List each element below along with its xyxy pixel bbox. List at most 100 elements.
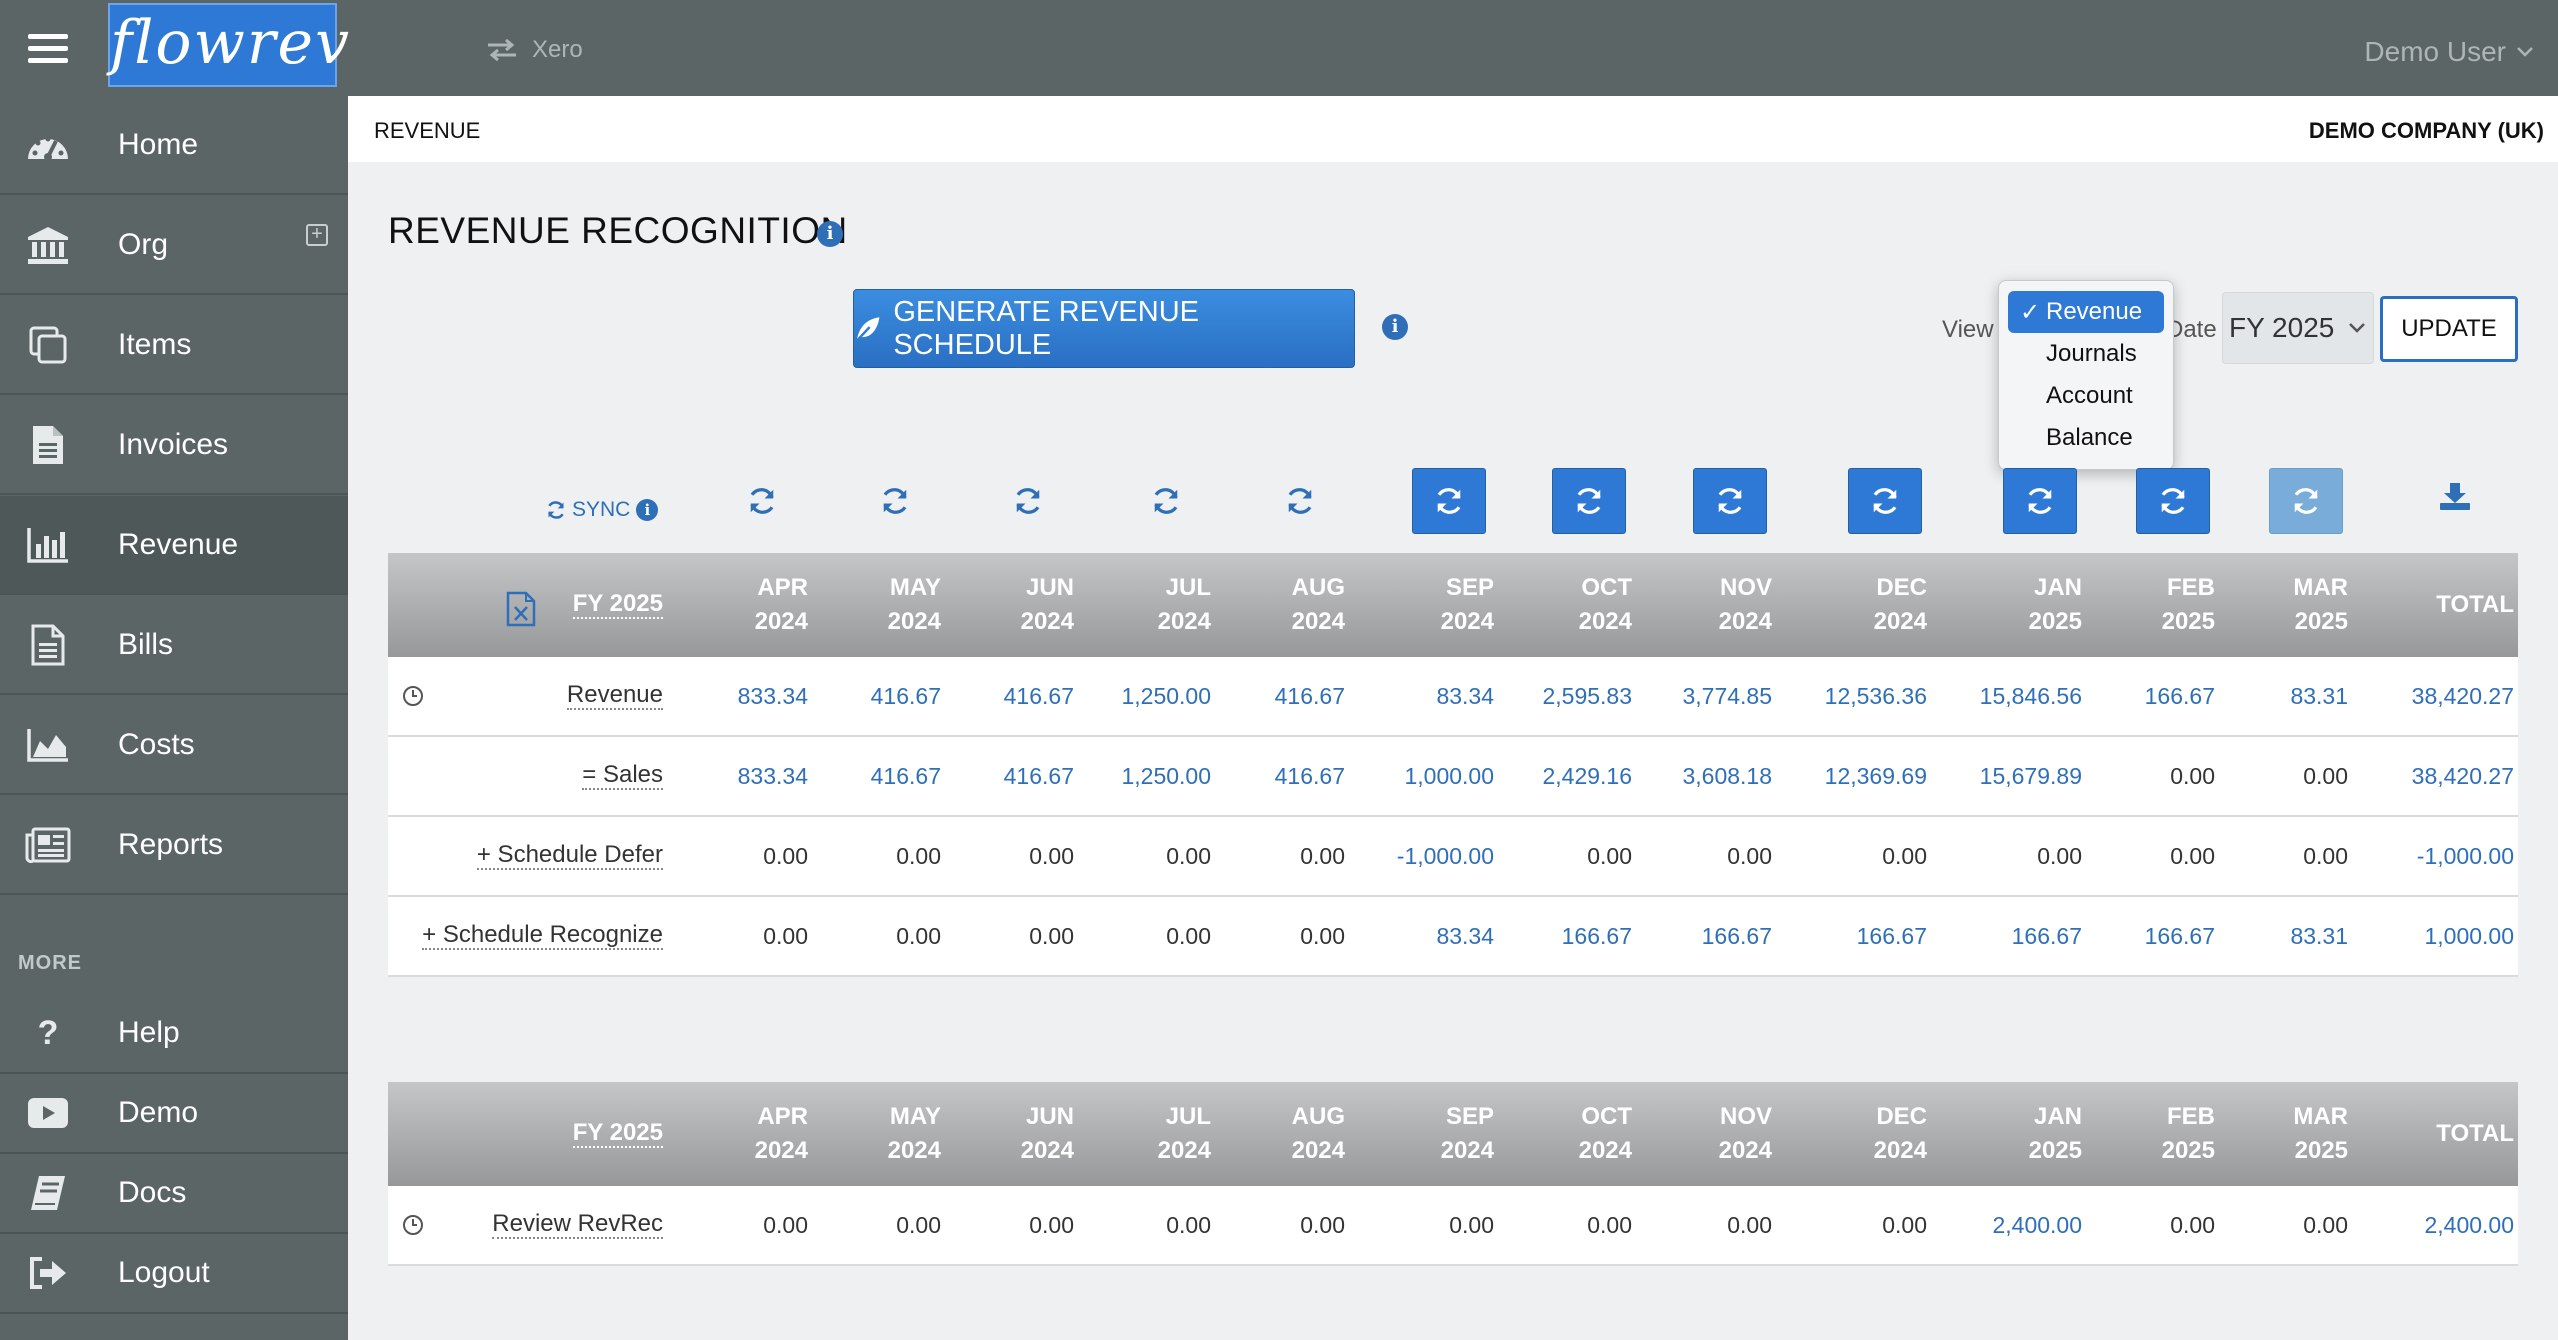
sync-month-button[interactable] (1129, 468, 1203, 534)
row-label-link[interactable]: Revenue (566, 682, 663, 710)
value-cell[interactable]: 166.67 (1562, 897, 1632, 975)
value-cell[interactable]: 833.34 (738, 737, 808, 815)
view-option-journals[interactable]: Journals (2008, 333, 2164, 375)
value-cell[interactable]: 15,846.56 (1980, 657, 2082, 735)
expand-plus-icon[interactable]: + (306, 224, 328, 246)
sync-month-button[interactable] (1412, 468, 1486, 534)
value-cell[interactable]: 1,250.00 (1121, 737, 1211, 815)
sidebar-item-docs[interactable]: Docs (0, 1154, 348, 1234)
update-button[interactable]: UPDATE (2380, 296, 2518, 362)
value-cell[interactable]: -1,000.00 (1397, 817, 1494, 895)
value-cell[interactable]: 12,536.36 (1825, 657, 1927, 735)
user-menu[interactable]: Demo User (2364, 36, 2534, 68)
sync-month-button[interactable] (2003, 468, 2077, 534)
sidebar-item-home[interactable]: Home (0, 96, 348, 195)
value-cell[interactable]: 12,369.69 (1825, 737, 1927, 815)
value-cell[interactable]: 2,429.16 (1542, 737, 1632, 815)
value-cell[interactable]: 416.67 (1004, 657, 1074, 735)
generate-info-icon[interactable]: i (1382, 314, 1408, 340)
value-cell[interactable]: 833.34 (738, 657, 808, 735)
date-select[interactable]: FY 2025 (2222, 292, 2374, 364)
value-cell[interactable]: 1,250.00 (1121, 657, 1211, 735)
clock-icon[interactable] (402, 1214, 424, 1236)
value-cell[interactable]: 83.34 (1436, 657, 1494, 735)
integration-label: Xero (532, 36, 583, 63)
sync-month-button[interactable] (2136, 468, 2210, 534)
value-cell[interactable]: 416.67 (871, 657, 941, 735)
value-cell[interactable]: 2,595.83 (1542, 657, 1632, 735)
value-cell[interactable]: 3,608.18 (1682, 737, 1772, 815)
view-option-account[interactable]: Account (2008, 375, 2164, 417)
sidebar-item-bills[interactable]: Bills (0, 596, 348, 695)
value-cell[interactable]: 416.67 (1004, 737, 1074, 815)
value-cell[interactable]: 83.31 (2290, 897, 2348, 975)
column-month: TOTAL (2436, 591, 2514, 618)
sidebar-item-costs[interactable]: Costs (0, 696, 348, 795)
value-cell: 0.00 (896, 842, 941, 869)
breadcrumb[interactable]: REVENUE (374, 118, 480, 144)
fy-header-link[interactable]: FY 2025 (572, 591, 663, 619)
value-cell[interactable]: 416.67 (871, 737, 941, 815)
sync-month-button[interactable] (725, 468, 799, 534)
value-cell[interactable]: 15,679.89 (1980, 737, 2082, 815)
value-cell[interactable]: 416.67 (1275, 657, 1345, 735)
table-row: Review RevRec 0.00 0.00 0.00 0.00 0.00 0.00 0.0… (388, 1186, 2518, 1266)
column-month: SEP (1445, 574, 1494, 601)
sync-month-button[interactable] (1263, 468, 1337, 534)
value-cell[interactable]: 3,774.85 (1682, 657, 1772, 735)
fy-header-link[interactable]: FY 2025 (572, 1120, 663, 1148)
sync-month-button[interactable] (1848, 468, 1922, 534)
value-cell[interactable]: 83.31 (2290, 657, 2348, 735)
total-cell[interactable]: 38,420.27 (2412, 737, 2514, 815)
sync-month-button[interactable] (2269, 468, 2343, 534)
row-label-link[interactable]: Review RevRec (492, 1211, 663, 1239)
title-info-icon[interactable]: i (817, 221, 843, 247)
value-cell[interactable]: 166.67 (1857, 897, 1927, 975)
integration-link[interactable]: Xero (486, 36, 583, 64)
row-label-link[interactable]: = Sales (582, 762, 663, 790)
row-label-link[interactable]: + Schedule Recognize (422, 922, 663, 950)
sidebar-item-logout[interactable]: Logout (0, 1234, 348, 1314)
sync-month-button[interactable] (1552, 468, 1626, 534)
sidebar-item-org[interactable]: Org + (0, 196, 348, 295)
sync-month-button[interactable] (1693, 468, 1767, 534)
total-cell[interactable]: 38,420.27 (2412, 657, 2514, 735)
copy-icon (24, 323, 72, 367)
value-cell[interactable]: 166.67 (2145, 657, 2215, 735)
value-cell[interactable]: 416.67 (1275, 737, 1345, 815)
sync-info-icon[interactable]: i (636, 499, 659, 521)
row-label-link[interactable]: + Schedule Defer (476, 842, 663, 870)
view-option-balance[interactable]: Balance (2008, 417, 2164, 459)
total-cell[interactable]: 2,400.00 (2424, 1186, 2514, 1264)
sidebar-item-items[interactable]: Items (0, 296, 348, 395)
sidebar-item-demo[interactable]: Demo (0, 1074, 348, 1154)
column-month: TOTAL (2436, 1120, 2514, 1147)
view-option-revenue[interactable]: ✓ Revenue (2008, 291, 2164, 333)
sidebar-item-revenue[interactable]: Revenue (0, 496, 348, 595)
value-cell[interactable]: 166.67 (1702, 897, 1772, 975)
row-label: Review RevRec (492, 1186, 663, 1264)
sidebar-item-invoices[interactable]: Invoices (0, 396, 348, 495)
total-cell[interactable]: 1,000.00 (2424, 897, 2514, 975)
download-icon[interactable] (2434, 474, 2476, 518)
value-cell[interactable]: 166.67 (2145, 897, 2215, 975)
value-cell[interactable]: 2,400.00 (1992, 1186, 2082, 1264)
company-name: DEMO COMPANY (UK) (2308, 118, 2544, 143)
value-cell[interactable]: 1,000.00 (1404, 737, 1494, 815)
excel-export-icon[interactable] (506, 591, 536, 627)
bar-chart-icon (24, 523, 72, 567)
total-cell[interactable]: -1,000.00 (2417, 817, 2514, 895)
sidebar-item-help[interactable]: ? Help (0, 994, 348, 1074)
sync-all-button[interactable]: SYNC i (546, 498, 659, 522)
sidebar-item-reports[interactable]: Reports (0, 796, 348, 895)
column-year: 2024 (754, 1137, 808, 1164)
app-logo[interactable]: flowrev (108, 3, 349, 87)
column-year: 2024 (1873, 608, 1927, 635)
sync-month-button[interactable] (858, 468, 932, 534)
value-cell[interactable]: 166.67 (2012, 897, 2082, 975)
generate-revenue-schedule-button[interactable]: GENERATE REVENUE SCHEDULE (853, 289, 1355, 368)
clock-icon[interactable] (402, 685, 424, 707)
value-cell[interactable]: 83.34 (1436, 897, 1494, 975)
sync-month-button[interactable] (991, 468, 1065, 534)
hamburger-menu-icon[interactable] (0, 0, 96, 96)
